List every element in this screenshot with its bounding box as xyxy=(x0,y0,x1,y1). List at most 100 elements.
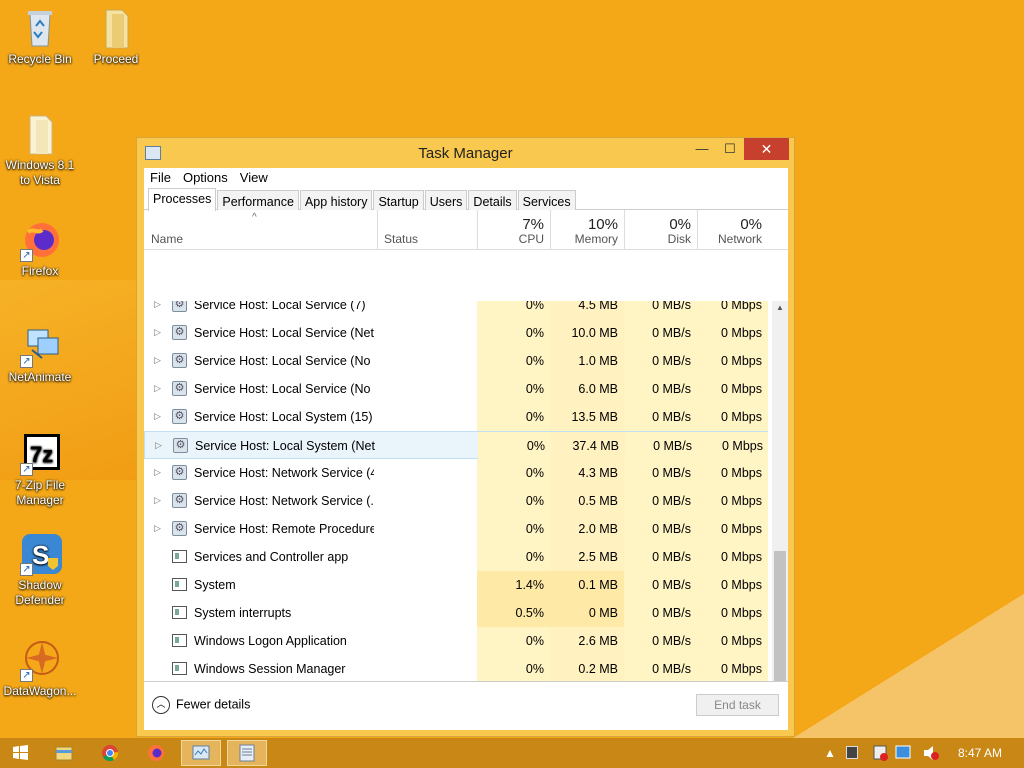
network-value: 0 Mbps xyxy=(697,459,768,487)
folder-icon xyxy=(94,6,138,50)
memory-value: 0.5 MB xyxy=(550,487,624,515)
column-status[interactable]: Status xyxy=(378,210,477,250)
table-row[interactable]: ▷ ⚙ Service Host: Local System (15) 0% 13.5 … xyxy=(144,403,768,431)
expand-arrow-icon[interactable]: ▷ xyxy=(154,375,161,402)
tab-details[interactable]: Details xyxy=(468,190,517,210)
firefox-icon xyxy=(148,745,164,761)
process-window-icon xyxy=(172,578,187,591)
tab-performance[interactable]: Performance xyxy=(217,190,299,210)
action-center-icon[interactable] xyxy=(846,746,858,759)
expand-arrow-icon[interactable]: ▷ xyxy=(154,347,161,374)
fewer-details-button[interactable]: ︿ Fewer details xyxy=(152,696,250,714)
menu-options[interactable]: Options xyxy=(183,168,234,188)
disk-value: 0 MB/s xyxy=(624,301,697,319)
taskbar-app[interactable] xyxy=(227,740,267,766)
table-row[interactable]: ▷ ⚙ Service Host: Local Service (No I... 0%… xyxy=(144,347,768,375)
clock[interactable]: 8:47 AM xyxy=(958,746,1002,760)
tab-services[interactable]: Services xyxy=(517,190,576,210)
shadow-defender-icon: S ↗ xyxy=(18,532,62,576)
menu-file[interactable]: File xyxy=(150,168,177,188)
network-value: 0 Mbps xyxy=(697,319,768,347)
table-row[interactable]: ▷ ⚙ Service Host: Network Service (... 0% 0.… xyxy=(144,487,768,515)
cpu-value: 0% xyxy=(477,515,550,543)
disk-value: 0 MB/s xyxy=(624,459,697,487)
table-row[interactable]: ▷ ⚙ Service Host: Local Service (Net... 0% 1… xyxy=(144,319,768,347)
window-client: File Options View Processes Performance … xyxy=(144,168,788,730)
table-row[interactable]: Services and Controller app 0% 2.5 MB 0 MB/… xyxy=(144,543,768,571)
expand-arrow-icon[interactable]: ▷ xyxy=(154,487,161,514)
end-task-button[interactable]: End task xyxy=(696,694,779,716)
tab-users[interactable]: Users xyxy=(424,190,468,210)
task-manager-icon xyxy=(192,745,210,760)
column-status-label: Status xyxy=(384,232,419,246)
column-cpu[interactable]: 7% CPU xyxy=(477,210,550,250)
title-bar[interactable]: Task Manager — ☐ ✕ xyxy=(137,138,794,168)
chevron-up-icon: ︿ xyxy=(152,696,170,714)
expand-arrow-icon[interactable]: ▷ xyxy=(154,403,161,430)
expand-arrow-icon[interactable]: ▷ xyxy=(154,459,161,486)
desktop-icon-firefox[interactable]: ↗ Firefox xyxy=(0,218,80,279)
desktop-icon-shadow-defender[interactable]: S ↗ Shadow Defender xyxy=(0,532,80,608)
table-row[interactable]: ▷ ⚙ Service Host: Network Service (4) 0% 4.3… xyxy=(144,459,768,487)
volume-muted-icon[interactable] xyxy=(922,744,940,762)
table-row[interactable]: ▷ ⚙ Service Host: Local Service (No ... 0% 6… xyxy=(144,375,768,403)
taskbar-firefox[interactable] xyxy=(136,740,176,766)
close-button[interactable]: ✕ xyxy=(744,138,789,160)
recycle-bin-icon xyxy=(18,6,62,50)
scroll-thumb[interactable] xyxy=(774,551,786,694)
table-row[interactable]: ▷ ⚙ Service Host: Local Service (7) 0% 4.5 M… xyxy=(144,301,768,319)
menu-view[interactable]: View xyxy=(240,168,274,188)
process-name: Service Host: Local Service (No I... xyxy=(194,354,374,368)
chrome-icon xyxy=(102,745,119,762)
tab-processes[interactable]: Processes xyxy=(148,188,217,211)
cpu-value: 0% xyxy=(477,459,550,487)
table-row[interactable]: Windows Session Manager 0% 0.2 MB 0 MB/s 0 M… xyxy=(144,655,768,683)
table-row[interactable]: ▷ ⚙ Service Host: Local System (Net... 0% 37… xyxy=(144,431,768,460)
network-icon: ↗ xyxy=(18,324,62,368)
table-row[interactable]: Windows Logon Application 0% 2.6 MB 0 MB/s 0… xyxy=(144,627,768,655)
process-name: Service Host: Local System (15) xyxy=(194,410,373,424)
maximize-button[interactable]: ☐ xyxy=(716,138,744,160)
disk-value: 0 MB/s xyxy=(624,375,697,403)
desktop-icon-windows-to-vista[interactable]: Windows 8.1 to Vista xyxy=(0,112,80,188)
minimize-button[interactable]: — xyxy=(688,138,716,160)
column-name[interactable]: ^ Name xyxy=(144,210,377,250)
table-row[interactable]: ▷ ⚙ Service Host: Remote Procedure... 0% 2.0… xyxy=(144,515,768,543)
disk-value: 0 MB/s xyxy=(624,599,697,627)
process-name: Windows Logon Application xyxy=(194,634,347,648)
start-icon xyxy=(13,745,28,760)
show-hidden-icon[interactable]: ▲ xyxy=(824,746,836,760)
column-memory-label: Memory xyxy=(574,232,618,246)
tab-strip: Processes Performance App history Startu… xyxy=(144,188,788,211)
expand-arrow-icon[interactable]: ▷ xyxy=(154,319,161,346)
desktop-icon-netanimate[interactable]: ↗ NetAnimate xyxy=(0,324,80,385)
desktop-icon-7zip[interactable]: 7z ↗ 7-Zip File Manager xyxy=(0,432,80,508)
process-name: Service Host: Local Service (No ... xyxy=(194,382,374,396)
scroll-up-icon[interactable]: ▲ xyxy=(772,301,788,315)
expand-arrow-icon[interactable]: ▷ xyxy=(155,432,162,459)
shortcut-arrow-icon: ↗ xyxy=(20,563,33,576)
taskbar-file-explorer[interactable] xyxy=(44,740,84,766)
expand-arrow-icon[interactable]: ▷ xyxy=(154,515,161,542)
vertical-scrollbar[interactable]: ▲ ▼ xyxy=(772,301,788,711)
folder-icon xyxy=(18,112,62,156)
tab-startup[interactable]: Startup xyxy=(373,190,424,210)
column-disk[interactable]: 0% Disk xyxy=(624,210,697,250)
desktop-icon-proceed[interactable]: Proceed xyxy=(76,6,156,67)
desktop-icon-datawagon[interactable]: ↗ DataWagon... xyxy=(0,638,80,699)
table-row[interactable]: System interrupts 0.5% 0 MB 0 MB/s 0 Mbps xyxy=(144,599,768,627)
taskbar-task-manager[interactable] xyxy=(181,740,221,766)
table-row[interactable]: System 1.4% 0.1 MB 0 MB/s 0 Mbps xyxy=(144,571,768,599)
expand-arrow-icon[interactable]: ▷ xyxy=(154,301,161,318)
desktop-icon-recycle-bin[interactable]: Recycle Bin xyxy=(0,6,80,67)
7zip-icon: 7z ↗ xyxy=(18,432,62,476)
start-button[interactable] xyxy=(0,740,40,766)
disk-value: 0 MB/s xyxy=(624,403,697,431)
taskbar-chrome[interactable] xyxy=(90,740,130,766)
column-memory[interactable]: 10% Memory xyxy=(550,210,624,250)
process-name: Services and Controller app xyxy=(194,550,349,564)
network-icon[interactable] xyxy=(872,744,918,762)
tab-app-history[interactable]: App history xyxy=(299,190,373,210)
memory-value: 0.2 MB xyxy=(550,655,624,683)
column-network[interactable]: 0% Network xyxy=(697,210,768,250)
